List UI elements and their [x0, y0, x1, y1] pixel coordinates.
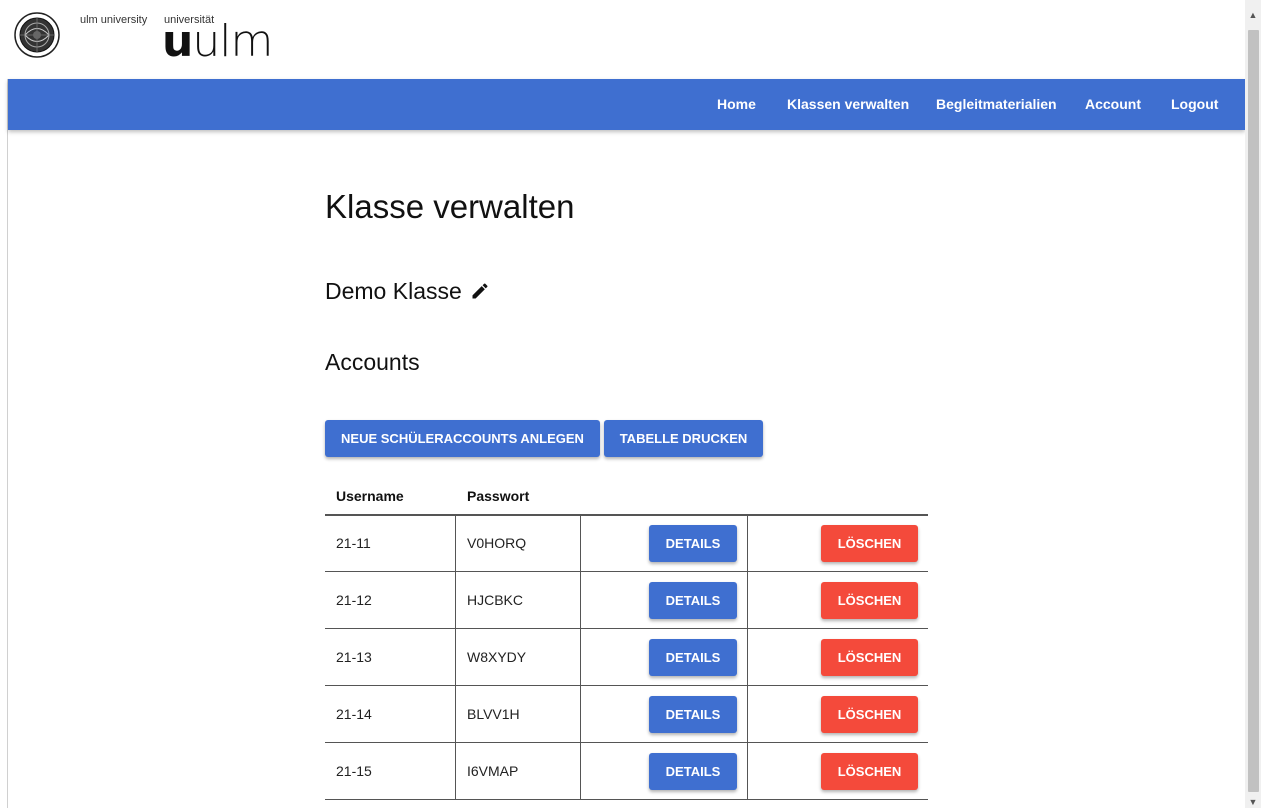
table-row: 21-15 I6VMAP DETAILS LÖSCHEN: [325, 743, 928, 800]
delete-button[interactable]: LÖSCHEN: [821, 753, 918, 790]
nav-home[interactable]: Home: [717, 79, 756, 130]
column-divider: [580, 515, 581, 572]
password-cell: W8XYDY: [467, 649, 527, 665]
column-divider: [747, 686, 748, 743]
details-button[interactable]: DETAILS: [649, 639, 737, 676]
delete-button[interactable]: LÖSCHEN: [821, 696, 918, 733]
wordmark-light: ulm: [192, 16, 273, 67]
column-divider: [747, 743, 748, 800]
print-table-button[interactable]: TABELLE DRUCKEN: [604, 420, 763, 457]
class-name-row: Demo Klasse: [325, 276, 490, 306]
pencil-icon[interactable]: [470, 281, 490, 301]
details-button[interactable]: DETAILS: [649, 525, 737, 562]
wordmark-bold: u: [162, 16, 193, 67]
column-divider: [580, 686, 581, 743]
column-divider: [455, 743, 456, 800]
delete-button[interactable]: LÖSCHEN: [821, 525, 918, 562]
delete-button[interactable]: LÖSCHEN: [821, 639, 918, 676]
column-divider: [455, 572, 456, 629]
university-seal-icon[interactable]: [14, 12, 60, 58]
username-cell: 21-13: [336, 649, 372, 665]
table-row: 21-14 BLVV1H DETAILS LÖSCHEN: [325, 686, 928, 743]
password-cell: HJCBKC: [467, 592, 524, 608]
scroll-up-arrow-icon[interactable]: ▲: [1245, 7, 1261, 23]
scroll-down-arrow-icon[interactable]: ▼: [1245, 794, 1261, 808]
details-button[interactable]: DETAILS: [649, 582, 737, 619]
table-row: 21-12 HJCBKC DETAILS LÖSCHEN: [325, 572, 928, 629]
column-header-password: Passwort: [467, 488, 530, 504]
nav-klassen-verwalten[interactable]: Klassen verwalten: [787, 79, 909, 130]
column-divider: [580, 572, 581, 629]
username-cell: 21-12: [336, 592, 372, 608]
nav-logout[interactable]: Logout: [1171, 79, 1218, 130]
table-row: 21-13 W8XYDY DETAILS LÖSCHEN: [325, 629, 928, 686]
column-divider: [455, 629, 456, 686]
accounts-heading: Accounts: [325, 349, 420, 375]
details-button[interactable]: DETAILS: [649, 696, 737, 733]
uulm-wordmark[interactable]: uulm: [162, 20, 273, 64]
username-cell: 21-15: [336, 763, 372, 779]
table-row: 21-11 V0HORQ DETAILS LÖSCHEN: [325, 515, 928, 572]
nav-account[interactable]: Account: [1085, 79, 1141, 130]
class-name: Demo Klasse: [325, 277, 462, 304]
column-divider: [455, 515, 456, 572]
username-cell: 21-14: [336, 706, 372, 722]
vertical-scrollbar[interactable]: ▲ ▼: [1245, 0, 1261, 808]
column-divider: [580, 743, 581, 800]
password-cell: I6VMAP: [467, 763, 519, 779]
column-divider: [747, 629, 748, 686]
page-title: Klasse verwalten: [325, 188, 575, 225]
column-divider: [747, 572, 748, 629]
details-button[interactable]: DETAILS: [649, 753, 737, 790]
column-divider: [455, 686, 456, 743]
delete-button[interactable]: LÖSCHEN: [821, 582, 918, 619]
password-cell: BLVV1H: [467, 706, 520, 722]
new-student-accounts-button[interactable]: NEUE SCHÜLERACCOUNTS ANLEGEN: [325, 420, 600, 457]
column-header-username: Username: [336, 488, 404, 504]
scrollbar-thumb[interactable]: [1248, 30, 1259, 792]
username-cell: 21-11: [336, 535, 371, 551]
tagline-ulm-university: ulm university: [80, 14, 148, 26]
logo-bar: ulm university universität uulm: [0, 0, 1245, 79]
column-divider: [747, 515, 748, 572]
main-navbar: Home Klassen verwalten Begleitmaterialie…: [8, 79, 1245, 130]
column-divider: [580, 629, 581, 686]
password-cell: V0HORQ: [467, 535, 527, 551]
nav-begleitmaterialien[interactable]: Begleitmaterialien: [936, 79, 1057, 130]
